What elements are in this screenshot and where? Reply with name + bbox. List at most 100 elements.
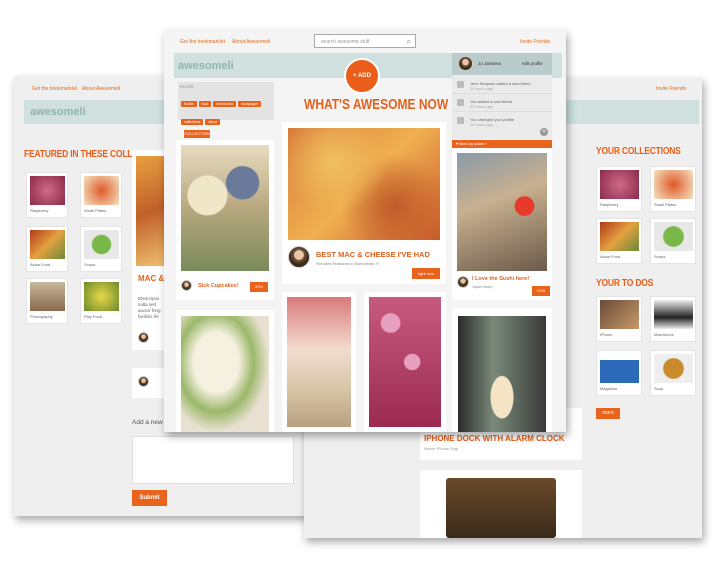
tile-label: Photography [30,314,53,319]
ham-sandwich-image [287,297,351,427]
soup-image [654,354,693,383]
sushi-count[interactable]: 2/15 [532,286,550,296]
tile-photography[interactable]: Photography [26,278,68,324]
activity-item: You changed your profile 20 hours ago [452,113,552,130]
left-detail-card: MAC & C IDescriptio nulla sed auctor fri… [132,150,172,350]
small-plates-image [84,176,119,205]
photography-image [30,282,65,311]
activity-item: You added a new friend 20 hours ago [452,95,552,112]
tile-play-food[interactable]: Play Food [80,278,122,324]
mac-cheese-image [288,128,440,240]
left-brand: awesomeli [30,106,86,118]
feature-avatar [288,246,310,268]
activity-item: Jenn Simpson added a new friend 20 hours … [452,77,552,94]
nav-bookmarklet[interactable]: Get the bookmarklet [180,39,225,45]
asian-food-image [30,230,65,259]
edit-profile-link[interactable]: edit profile [522,61,543,66]
tile-soups[interactable]: Soups [80,226,122,272]
todo-soup[interactable]: Soup [650,350,696,396]
soups-image [84,230,119,259]
feature-subtitle: Pancakes Restaurant in Miami Beach, Fl [316,262,380,266]
tile-asian-food[interactable]: Asian Food [26,226,68,272]
iphone-dock-title: IPHONE DOCK WITH ALARM CLOCK [424,434,565,443]
person-icon [457,99,464,106]
todo-iphone[interactable]: iPhone [596,296,642,342]
tile-label: Asian Food [600,254,621,259]
play-food-image [84,282,119,311]
submit-button[interactable]: Submit [132,490,167,506]
restaurant-image [457,153,547,271]
feature-card[interactable]: BEST MAC & CHEESE I'VE HAD Pancakes Rest… [282,122,446,284]
right-invite-link[interactable]: Invite Friends [656,86,686,92]
collection-asian-food[interactable]: Asian Food [596,218,642,264]
filter-tag[interactable]: electronics [213,101,237,107]
iphone-image [600,300,639,329]
sushi-avatar [457,276,469,288]
ham-card [282,292,356,432]
page-heading: WHAT'S AWESOME NOW [304,96,449,113]
detail-text-4: facilisis fel [138,314,159,319]
search-box[interactable]: search awesome stuff ⌕ [314,34,416,48]
your-todos-title: YOUR TO DOS [596,277,654,289]
cupcakes-title: Sick Cupcakes! [198,283,239,289]
tile-small-plates[interactable]: Small Plates [80,172,122,218]
close-icon[interactable]: × [540,128,548,136]
collection-button[interactable]: COLLECTION [184,130,210,138]
soups-image [654,222,693,251]
asian-food-image [600,222,639,251]
raspberry-image [600,170,639,199]
filter-tag[interactable]: newspaper [238,101,262,107]
sushi-card[interactable]: I Love the Sushi here! Japan Heavy 2/15 [452,148,552,300]
tile-label: Raspberry [600,202,619,207]
comment-textarea[interactable] [132,436,294,484]
tile-label: Asian Food [30,262,51,267]
user-avatar[interactable] [458,56,473,71]
user-name[interactable]: Jo Jansiera [478,61,501,66]
tile-label: Play Food [84,314,103,319]
filter-tag[interactable]: collections [181,119,204,125]
nav-about[interactable]: About Awesomeli [232,39,270,45]
tile-label: Matchbook [654,332,674,337]
collection-small-plates[interactable]: Small Plates [650,166,696,212]
filter-panel: FILTER foodie food electronics newspaper col… [178,82,274,125]
raspberry-image [369,297,441,427]
collection-raspberry[interactable]: Raspberry [596,166,642,212]
cupcakes-avatar [181,280,192,291]
rolls-card [176,310,274,432]
tile-label: Magazine [600,386,618,391]
raspberry-image [30,176,65,205]
detail-text-3: auctor fring [138,308,161,313]
tile-raspberry[interactable]: Raspberry [26,172,68,218]
main-page: Get the bookmarklet About Awesomeli sear… [164,30,566,432]
more-button[interactable]: more [596,408,620,419]
left-nav-about[interactable]: About Awesomeli [82,86,120,92]
detail-text-1: IDescriptio [138,296,160,301]
left-nav-bookmarklet[interactable]: Get the bookmarklet [32,86,77,92]
sushi-title: I Love the Sushi here! [472,276,530,282]
book-card [420,470,582,538]
filter-tag[interactable]: food [198,101,212,107]
cupcakes-image [181,145,269,271]
invite-friends-link[interactable]: Invite Friends [520,39,550,45]
your-collections-title: YOUR COLLECTIONS [596,145,681,157]
cupcakes-count[interactable]: 2/16 [250,282,268,292]
profile-panel: Jo Jansiera edit profile Jenn Simpson ad… [452,53,552,139]
cupcakes-card[interactable]: Sick Cupcakes! 2/16 [176,140,274,300]
small-plates-image [654,170,693,199]
raspberry-card [364,292,446,432]
filter-tag[interactable]: foodie [181,101,197,107]
right-now-button[interactable]: right now [412,268,440,279]
activity-time: 20 hours ago [470,104,494,109]
collection-soups[interactable]: Soups [650,218,696,264]
iphone-dock-sub: Newer iPhone Sygi [424,446,459,451]
book-image [446,478,556,538]
tile-label: Small Plates [84,208,107,213]
matchbook-image [654,300,693,329]
todo-matchbook[interactable]: Matchbook [650,296,696,342]
add-button[interactable]: + ADD [344,58,380,94]
filter-tag[interactable]: decor [205,119,221,125]
search-icon[interactable]: ⌕ [407,37,411,47]
profile-header: Jo Jansiera edit profile [452,53,552,75]
filter-label: FILTER [180,84,194,89]
todo-magazine[interactable]: Magazine [596,350,642,396]
